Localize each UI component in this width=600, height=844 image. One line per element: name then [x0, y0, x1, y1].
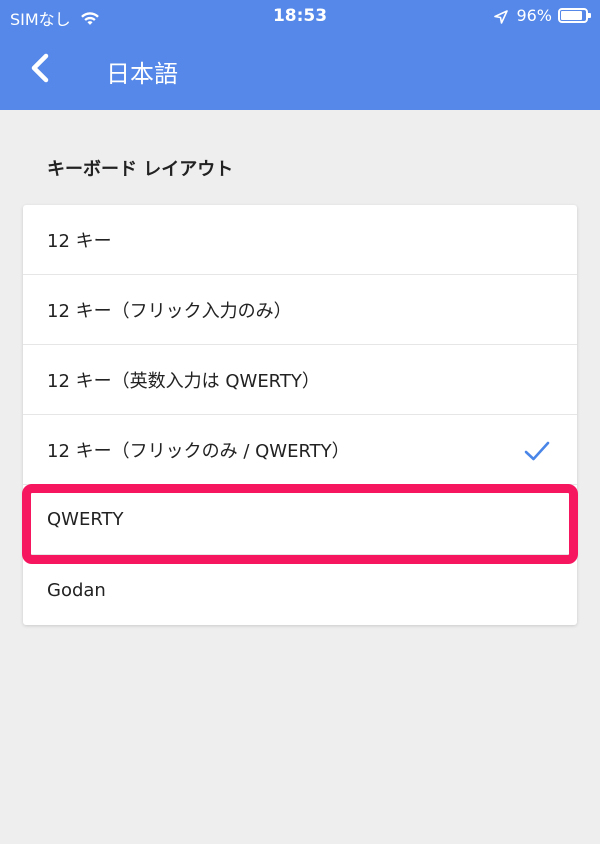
battery-icon — [558, 8, 591, 23]
option-label: 12 キー（フリック入力のみ） — [47, 300, 292, 322]
status-right: 96% — [494, 6, 591, 25]
battery-tip — [588, 13, 591, 18]
option-label: 12 キー（英数入力は QWERTY） — [47, 370, 320, 392]
section-title: キーボード レイアウト — [47, 159, 234, 180]
option-label: 12 キー — [47, 230, 112, 252]
app-bar: 日本語 — [0, 34, 600, 110]
option-12-key[interactable]: 12 キー — [23, 205, 577, 275]
option-12-key-flick-qwerty[interactable]: 12 キー（フリックのみ / QWERTY） — [23, 415, 577, 485]
option-label: 12 キー（フリックのみ / QWERTY） — [47, 440, 350, 462]
option-qwerty[interactable]: QWERTY — [23, 485, 577, 555]
back-button[interactable] — [22, 48, 62, 88]
option-12-key-qwerty-alnum[interactable]: 12 キー（英数入力は QWERTY） — [23, 345, 577, 415]
status-bar: SIMなし 18:53 96% — [0, 0, 600, 34]
check-icon — [523, 437, 551, 465]
keyboard-layout-list: 12 キー 12 キー（フリック入力のみ） 12 キー（英数入力は QWERTY… — [23, 205, 577, 625]
battery-fill — [561, 11, 583, 20]
chevron-left-icon — [31, 53, 49, 83]
option-label: Godan — [47, 579, 106, 601]
option-godan[interactable]: Godan — [23, 555, 577, 625]
page-title: 日本語 — [106, 60, 178, 88]
option-12-key-flick-only[interactable]: 12 キー（フリック入力のみ） — [23, 275, 577, 345]
battery-percent: 96% — [516, 6, 552, 25]
option-label: QWERTY — [47, 509, 124, 530]
location-icon — [494, 9, 509, 24]
